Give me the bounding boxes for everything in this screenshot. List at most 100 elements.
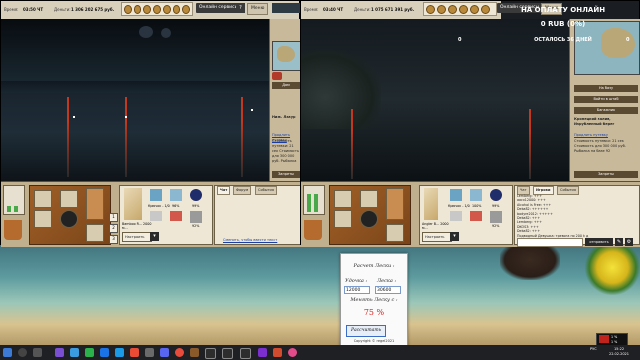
can-icon[interactable] <box>86 224 104 242</box>
bait-icon[interactable] <box>124 4 132 14</box>
hook-icon[interactable] <box>150 211 162 221</box>
bait-icon[interactable] <box>459 4 468 14</box>
trunk-button[interactable]: Багажник <box>574 107 638 114</box>
enter-hq-button[interactable]: Войти в штаб <box>574 96 638 103</box>
chat-input[interactable] <box>517 238 583 247</box>
lure-box-icon[interactable] <box>34 190 52 208</box>
slot-1[interactable]: 1 <box>109 213 118 222</box>
float-icon[interactable] <box>470 211 482 221</box>
help-button[interactable]: ? <box>236 3 245 13</box>
lure-box-icon[interactable] <box>334 190 352 208</box>
pot-icon[interactable] <box>60 210 78 228</box>
settings-icon[interactable]: ⚙ <box>625 238 633 246</box>
fishing-rod-2[interactable] <box>529 109 531 179</box>
bait-jar-icon[interactable] <box>34 210 52 228</box>
to-base-button[interactable]: На базу <box>574 85 638 92</box>
location-map[interactable] <box>574 21 640 75</box>
app-icon[interactable] <box>85 348 94 357</box>
bait-icon[interactable] <box>182 4 191 14</box>
calculate-button[interactable]: Рассчитать <box>346 325 386 337</box>
bag-icon[interactable] <box>360 190 378 208</box>
can-icon[interactable] <box>386 224 404 242</box>
slot-2[interactable]: 2 <box>109 224 118 233</box>
bait-icon[interactable] <box>162 4 171 14</box>
language-indicator[interactable]: РУС <box>590 347 597 352</box>
spool-icon[interactable] <box>190 189 202 201</box>
line-icon[interactable] <box>170 189 182 201</box>
float-icon[interactable] <box>170 211 182 221</box>
start-icon[interactable] <box>3 348 12 357</box>
reel-icon[interactable] <box>150 189 162 201</box>
sack-icon[interactable] <box>386 188 404 220</box>
online-services-button[interactable]: Онлайн сервисы <box>196 3 242 13</box>
app-icon[interactable] <box>258 348 267 357</box>
task-view-icon[interactable] <box>33 348 42 357</box>
rod-icon[interactable] <box>124 188 142 220</box>
edit-icon[interactable]: ✎ <box>615 238 623 246</box>
app-icon[interactable] <box>273 348 282 357</box>
app-icon[interactable] <box>55 348 64 357</box>
game-icon[interactable] <box>222 348 233 359</box>
hook-icon[interactable] <box>450 211 462 221</box>
app-icon[interactable] <box>160 348 169 357</box>
app-icon[interactable] <box>115 348 124 357</box>
bait-icon[interactable] <box>470 4 479 14</box>
quick-icons-strip[interactable] <box>423 2 497 16</box>
dropdown-arrow-icon[interactable]: ▾ <box>450 232 459 241</box>
house-button[interactable]: Дом <box>272 82 300 89</box>
bait-icon[interactable] <box>133 4 142 14</box>
sack-icon[interactable] <box>86 188 104 220</box>
line-input[interactable]: 30600 <box>375 286 401 294</box>
pot-icon[interactable] <box>360 210 378 228</box>
bait-jar-icon[interactable] <box>334 210 352 228</box>
slot-3[interactable]: 3 <box>109 235 118 244</box>
app-icon[interactable] <box>145 348 154 357</box>
sinker-icon[interactable] <box>190 211 202 223</box>
bait-icon[interactable] <box>448 4 457 14</box>
tab-chat[interactable]: Чат <box>217 186 231 195</box>
rod-setup-select[interactable]: Настроить <box>122 232 152 242</box>
quick-icons-strip[interactable] <box>121 2 193 16</box>
fishing-rod-3[interactable] <box>241 97 243 177</box>
tab-events[interactable]: События <box>255 186 277 195</box>
app-icon[interactable] <box>100 348 109 357</box>
bait-icon[interactable] <box>172 4 181 14</box>
app-icon[interactable] <box>190 348 199 357</box>
game-icon[interactable] <box>240 348 251 359</box>
fishing-rod-2[interactable] <box>125 97 127 177</box>
game-icon[interactable] <box>205 348 216 359</box>
bans-button[interactable]: Запреты <box>574 171 638 178</box>
clock[interactable]: 15:22 22.02.2021 <box>604 347 634 357</box>
catch-input[interactable]: 12000 <box>344 286 370 294</box>
search-icon[interactable] <box>18 348 27 357</box>
chat-input-link[interactable]: Сменить, чтобы ввести текст <box>223 238 277 242</box>
extend-permit-link[interactable]: Продлить путевку <box>574 133 638 138</box>
bait-icon[interactable] <box>426 4 435 14</box>
bucket-icon[interactable] <box>304 220 322 240</box>
rod-icon[interactable] <box>424 188 438 220</box>
bans-button[interactable]: Запреты <box>272 171 300 178</box>
car-icon[interactable] <box>272 72 282 80</box>
app-icon[interactable] <box>70 348 79 357</box>
app-icon[interactable] <box>175 348 184 357</box>
bag-icon[interactable] <box>60 190 78 208</box>
location-map[interactable] <box>272 41 302 71</box>
app-icon[interactable] <box>288 348 297 357</box>
fishing-rod-1[interactable] <box>67 97 69 177</box>
bait-icon[interactable] <box>153 4 161 14</box>
bucket-icon[interactable] <box>4 220 22 240</box>
fishing-scene[interactable] <box>301 19 569 181</box>
bait-icon[interactable] <box>143 4 152 14</box>
line-icon[interactable] <box>470 189 482 201</box>
rod-setup-select[interactable]: Настроить <box>422 232 452 242</box>
fishing-scene[interactable] <box>1 19 269 181</box>
reel-icon[interactable] <box>450 189 462 201</box>
fishing-rod-1[interactable] <box>351 109 353 179</box>
bait-icon[interactable] <box>437 4 446 14</box>
menu-button[interactable]: Меню <box>247 3 269 15</box>
tab-forum[interactable]: Форум <box>233 186 252 195</box>
send-button[interactable]: отправить <box>585 238 613 246</box>
spool-icon[interactable] <box>490 189 502 201</box>
app-icon[interactable] <box>130 348 139 357</box>
dropdown-arrow-icon[interactable]: ▾ <box>150 232 159 241</box>
